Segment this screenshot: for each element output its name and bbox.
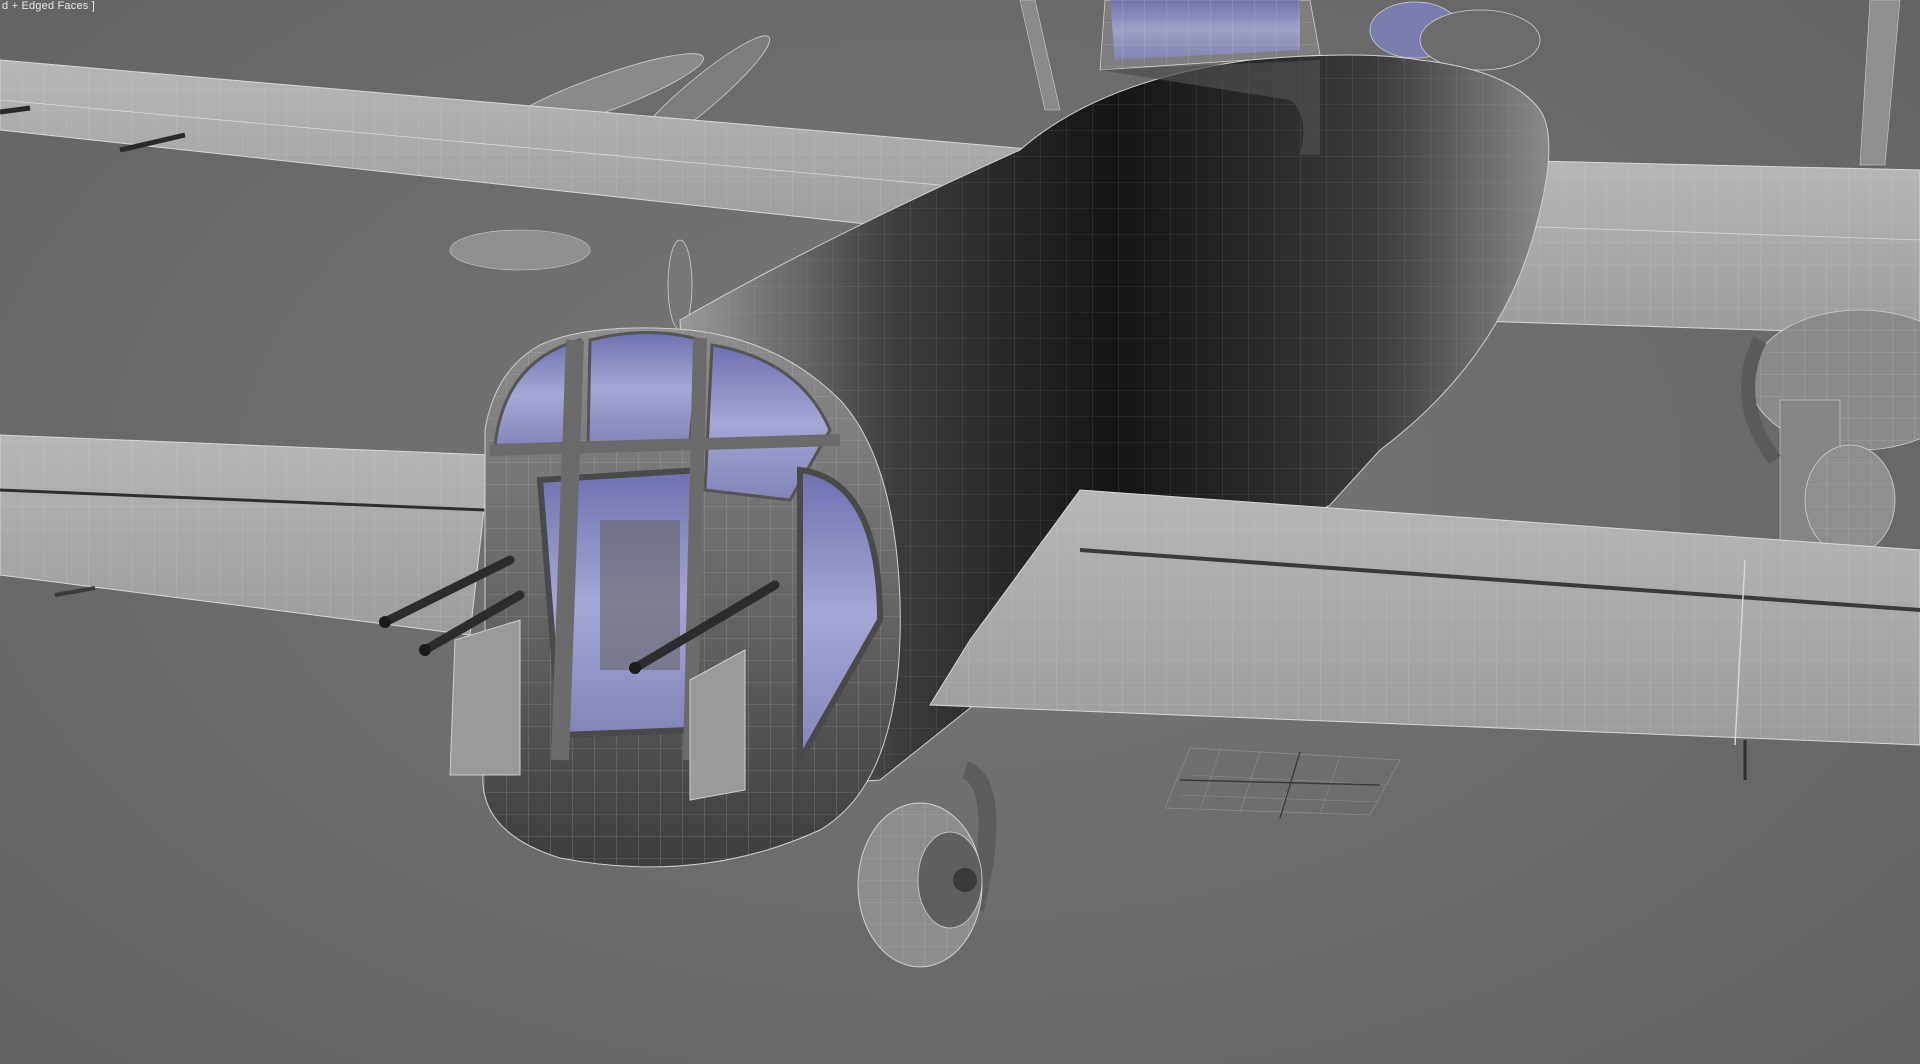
landing-gear-wheel [857, 761, 997, 968]
3d-viewport[interactable]: d + Edged Faces ] [0, 0, 1920, 1064]
viewport-gizmo-icon [1164, 747, 1401, 819]
viewport-shading-label[interactable]: d + Edged Faces ] [2, 0, 95, 12]
aircraft-model-render[interactable] [0, 0, 1920, 1064]
wing-lower-right [929, 489, 1920, 780]
engine-nacelle-right [1741, 309, 1920, 556]
